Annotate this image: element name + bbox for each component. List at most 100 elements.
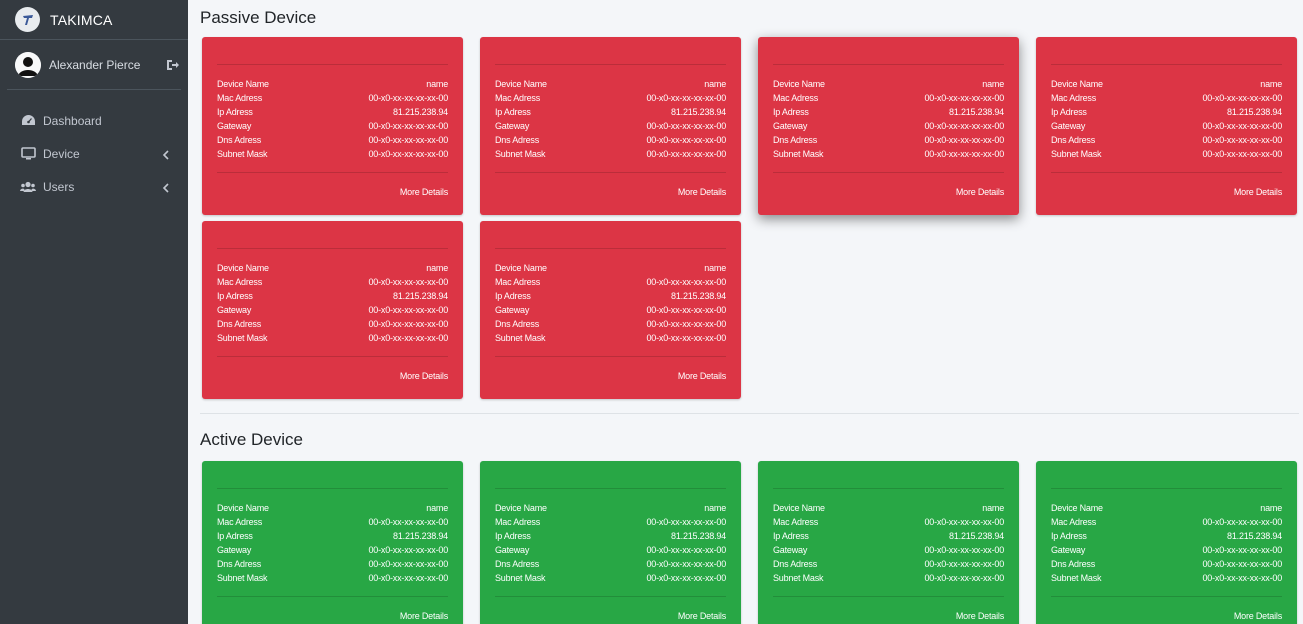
avatar[interactable] — [15, 51, 41, 78]
device-info-row: Ip Adress 81.215.238.94 — [1051, 105, 1282, 119]
device-info: Device Name name Mac Adress 00-x0-xx-xx-xx-… — [217, 501, 448, 585]
more-details-link[interactable]: More Details — [678, 611, 726, 621]
device-info: Device Name name Mac Adress 00-x0-xx-xx-xx-… — [217, 261, 448, 345]
device-card[interactable]: Device Name name Mac Adress 00-x0-xx-xx-xx-… — [1036, 461, 1297, 624]
more-details-link[interactable]: More Details — [678, 187, 726, 197]
device-info-row: Mac Adress 00-x0-xx-xx-xx-xx-00 — [495, 275, 726, 289]
device-info-row: Mac Adress 00-x0-xx-xx-xx-xx-00 — [495, 91, 726, 105]
field-label: Ip Adress — [217, 291, 253, 301]
more-details-link[interactable]: More Details — [956, 187, 1004, 197]
field-value: name — [982, 503, 1004, 513]
field-label: Mac Adress — [495, 517, 541, 527]
device-card[interactable]: Device Name name Mac Adress 00-x0-xx-xx-xx-… — [202, 461, 463, 624]
field-value: 00-x0-xx-xx-xx-xx-00 — [368, 319, 448, 329]
device-card[interactable]: Device Name name Mac Adress 00-x0-xx-xx-xx-… — [480, 37, 741, 215]
field-value: name — [704, 79, 726, 89]
device-info-row: Mac Adress 00-x0-xx-xx-xx-xx-00 — [773, 515, 1004, 529]
device-card[interactable]: Device Name name Mac Adress 00-x0-xx-xx-xx-… — [480, 221, 741, 399]
device-card[interactable]: Device Name name Mac Adress 00-x0-xx-xx-xx-… — [480, 461, 741, 624]
field-value: 81.215.238.94 — [393, 531, 448, 541]
device-info-row: Subnet Mask 00-x0-xx-xx-xx-xx-00 — [217, 331, 448, 345]
field-value: name — [982, 79, 1004, 89]
field-label: Gateway — [217, 545, 252, 555]
field-value: name — [1260, 79, 1282, 89]
device-info-row: Gateway 00-x0-xx-xx-xx-xx-00 — [217, 303, 448, 317]
field-label: Device Name — [217, 263, 269, 273]
field-value: 00-x0-xx-xx-xx-xx-00 — [368, 135, 448, 145]
card-divider — [217, 596, 448, 597]
device-info-row: Mac Adress 00-x0-xx-xx-xx-xx-00 — [1051, 515, 1282, 529]
field-value: 81.215.238.94 — [949, 531, 1004, 541]
field-value: 00-x0-xx-xx-xx-xx-00 — [924, 517, 1004, 527]
card-divider — [773, 596, 1004, 597]
card-divider — [773, 172, 1004, 173]
section-divider — [200, 413, 1299, 414]
device-card[interactable]: Device Name name Mac Adress 00-x0-xx-xx-xx-… — [202, 37, 463, 215]
field-value: 00-x0-xx-xx-xx-xx-00 — [924, 559, 1004, 569]
more-details-link[interactable]: More Details — [400, 611, 448, 621]
device-info-row: Dns Adress 00-x0-xx-xx-xx-xx-00 — [495, 133, 726, 147]
field-value: 00-x0-xx-xx-xx-xx-00 — [368, 305, 448, 315]
more-details-link[interactable]: More Details — [956, 611, 1004, 621]
field-label: Mac Adress — [495, 277, 541, 287]
card-divider — [495, 64, 726, 65]
field-value: 00-x0-xx-xx-xx-xx-00 — [924, 545, 1004, 555]
field-label: Gateway — [495, 545, 530, 555]
field-label: Device Name — [495, 503, 547, 513]
sign-out-icon[interactable] — [166, 58, 180, 72]
field-label: Ip Adress — [495, 291, 531, 301]
chevron-left-icon — [162, 149, 170, 160]
device-card[interactable]: Device Name name Mac Adress 00-x0-xx-xx-xx-… — [202, 221, 463, 399]
more-details-link[interactable]: More Details — [400, 371, 448, 381]
field-value: 00-x0-xx-xx-xx-xx-00 — [1202, 93, 1282, 103]
sidebar-item-dashboard[interactable]: Dashboard — [0, 104, 188, 137]
more-details-link[interactable]: More Details — [1234, 611, 1282, 621]
field-value: 00-x0-xx-xx-xx-xx-00 — [368, 277, 448, 287]
device-info-row: Dns Adress 00-x0-xx-xx-xx-xx-00 — [217, 317, 448, 331]
field-value: 00-x0-xx-xx-xx-xx-00 — [924, 573, 1004, 583]
field-value: 00-x0-xx-xx-xx-xx-00 — [646, 319, 726, 329]
field-label: Device Name — [495, 79, 547, 89]
card-divider — [495, 596, 726, 597]
card-divider — [1051, 64, 1282, 65]
field-value: 00-x0-xx-xx-xx-xx-00 — [924, 135, 1004, 145]
field-value: 00-x0-xx-xx-xx-xx-00 — [646, 121, 726, 131]
device-info-row: Device Name name — [1051, 501, 1282, 515]
device-info-row: Gateway 00-x0-xx-xx-xx-xx-00 — [1051, 543, 1282, 557]
user-panel: Alexander Pierce — [7, 40, 181, 90]
more-details-link[interactable]: More Details — [1234, 187, 1282, 197]
device-info-row: Ip Adress 81.215.238.94 — [773, 105, 1004, 119]
card-divider — [1051, 596, 1282, 597]
device-info-row: Dns Adress 00-x0-xx-xx-xx-xx-00 — [217, 133, 448, 147]
device-info-row: Ip Adress 81.215.238.94 — [495, 289, 726, 303]
more-details-link[interactable]: More Details — [400, 187, 448, 197]
field-value: 00-x0-xx-xx-xx-xx-00 — [646, 277, 726, 287]
device-card[interactable]: Device Name name Mac Adress 00-x0-xx-xx-xx-… — [758, 37, 1019, 215]
more-details-link[interactable]: More Details — [678, 371, 726, 381]
device-info-row: Subnet Mask 00-x0-xx-xx-xx-xx-00 — [1051, 571, 1282, 585]
device-info-row: Dns Adress 00-x0-xx-xx-xx-xx-00 — [495, 317, 726, 331]
device-info: Device Name name Mac Adress 00-x0-xx-xx-xx-… — [217, 77, 448, 161]
user-name[interactable]: Alexander Pierce — [49, 58, 166, 72]
field-value: 00-x0-xx-xx-xx-xx-00 — [1202, 121, 1282, 131]
device-info-row: Ip Adress 81.215.238.94 — [495, 105, 726, 119]
field-value: name — [426, 79, 448, 89]
device-info-row: Mac Adress 00-x0-xx-xx-xx-xx-00 — [217, 515, 448, 529]
card-divider — [495, 488, 726, 489]
card-divider — [217, 488, 448, 489]
device-info-row: Gateway 00-x0-xx-xx-xx-xx-00 — [1051, 119, 1282, 133]
sidebar-item-label: Device — [43, 146, 80, 161]
device-info-row: Gateway 00-x0-xx-xx-xx-xx-00 — [773, 543, 1004, 557]
device-info-row: Device Name name — [217, 261, 448, 275]
dashboard-icon — [20, 114, 36, 128]
field-value: 00-x0-xx-xx-xx-xx-00 — [1202, 559, 1282, 569]
field-label: Subnet Mask — [495, 149, 546, 159]
device-card[interactable]: Device Name name Mac Adress 00-x0-xx-xx-xx-… — [1036, 37, 1297, 215]
sidebar-item-device[interactable]: Device — [0, 137, 188, 170]
brand-link[interactable]: TAKIMCA — [0, 0, 188, 40]
field-label: Ip Adress — [495, 107, 531, 117]
device-info-row: Device Name name — [773, 77, 1004, 91]
sidebar-item-users[interactable]: Users — [0, 170, 188, 203]
field-value: 00-x0-xx-xx-xx-xx-00 — [646, 573, 726, 583]
device-card[interactable]: Device Name name Mac Adress 00-x0-xx-xx-xx-… — [758, 461, 1019, 624]
